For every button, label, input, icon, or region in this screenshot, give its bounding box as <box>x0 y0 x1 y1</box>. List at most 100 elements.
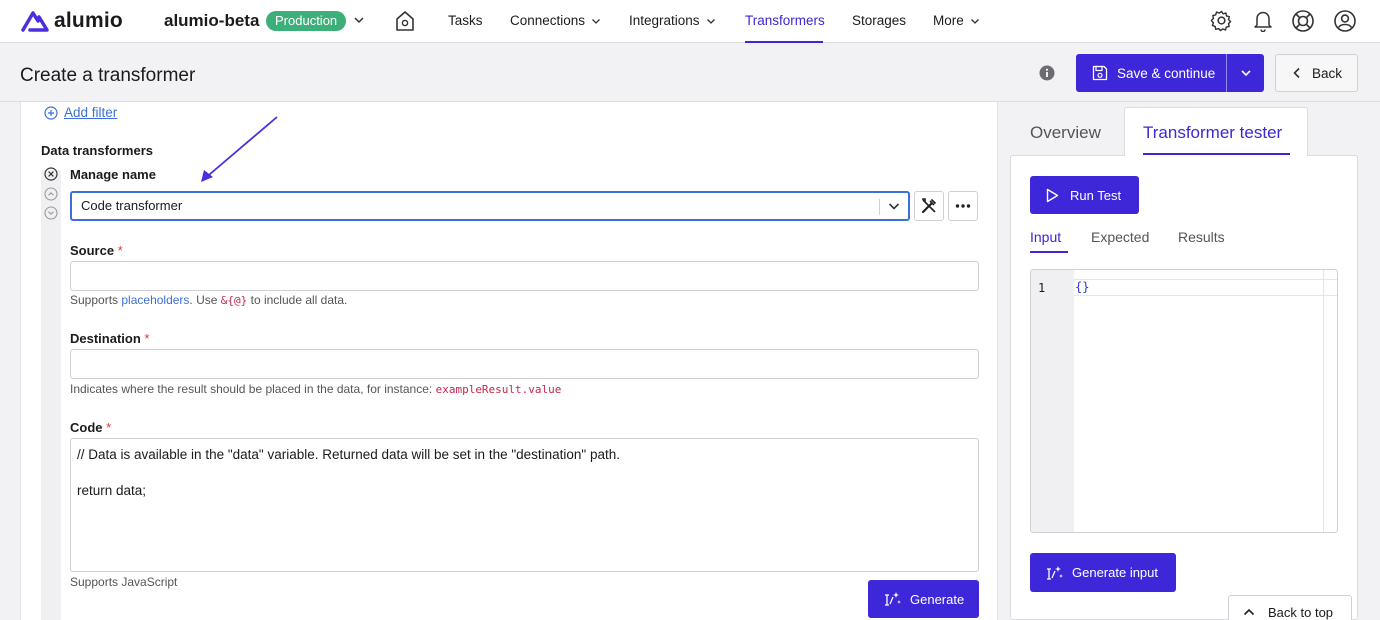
subtab-expected[interactable]: Expected <box>1091 229 1149 245</box>
chevron-down-icon <box>888 203 900 210</box>
transformer-item-gutter <box>41 170 61 620</box>
transformer-tester-panel: Overview Transformer tester Run Test Inp… <box>1010 102 1380 620</box>
required-mark: * <box>117 243 123 258</box>
floppy-disk-icon <box>1092 65 1108 81</box>
logo-text: alumio <box>54 9 123 32</box>
placeholders-link[interactable]: placeholders <box>121 293 189 307</box>
back-label: Back <box>1312 65 1343 81</box>
add-filter-label: Add filter <box>64 105 118 120</box>
transformer-type-value: Code transformer <box>81 198 183 213</box>
code-help-text: Supports JavaScript <box>70 575 178 589</box>
tab-transformer-tester[interactable]: Transformer tester <box>1143 123 1282 143</box>
generate-label: Generate <box>910 591 965 607</box>
environment-name[interactable]: alumio-beta <box>164 11 259 31</box>
chevron-down-icon <box>706 18 715 24</box>
alumio-logo[interactable]: alumio <box>20 9 123 33</box>
tab-active-indicator <box>1143 153 1290 155</box>
source-help-text: Supports placeholders. Use &{@} to inclu… <box>70 293 347 307</box>
move-down-icon[interactable] <box>44 206 58 220</box>
code-label: Code * <box>70 420 111 435</box>
code-label-text: Code <box>70 420 103 435</box>
run-test-button[interactable]: Run Test <box>1030 176 1139 214</box>
source-label-text: Source <box>70 243 115 258</box>
back-to-top-button[interactable]: Back to top <box>1228 595 1352 620</box>
support-icon[interactable] <box>1291 9 1315 33</box>
run-test-label: Run Test <box>1070 187 1122 203</box>
annotation-arrow <box>201 116 278 182</box>
chevron-up-icon <box>1243 608 1255 616</box>
remove-circle-icon[interactable] <box>44 167 58 181</box>
source-help-prefix: Supports <box>70 293 119 307</box>
save-continue-button-group: Save & continue <box>1076 54 1264 92</box>
required-mark: * <box>106 420 112 435</box>
transformer-form-panel: Add filter Data transformers Manage name… <box>20 102 998 620</box>
environment-chevron-down-icon[interactable] <box>353 14 365 26</box>
destination-label-text: Destination <box>70 331 141 346</box>
page-header: Create a transformer Save & continue Bac… <box>0 44 1380 102</box>
back-button[interactable]: Back <box>1275 54 1358 92</box>
nav-more-label: More <box>933 13 964 28</box>
destination-help-code: exampleResult.value <box>435 383 562 396</box>
nav-active-indicator <box>745 41 823 43</box>
nav-integrations[interactable]: Integrations <box>629 13 716 28</box>
save-options-dropdown-button[interactable] <box>1227 54 1264 92</box>
required-mark: * <box>144 331 150 346</box>
more-options-button[interactable] <box>948 191 978 221</box>
code-textarea[interactable]: // Data is available in the "data" varia… <box>70 438 979 572</box>
subtab-results[interactable]: Results <box>1178 229 1225 245</box>
ai-sparkle-icon <box>885 592 901 606</box>
editor-line-gutter <box>1031 270 1074 532</box>
manage-name-label: Manage name <box>70 167 156 182</box>
tab-overview[interactable]: Overview <box>1030 123 1101 143</box>
nav-storages[interactable]: Storages <box>852 13 906 28</box>
select-separator <box>879 199 880 215</box>
source-label: Source * <box>70 243 123 258</box>
chevron-down-icon <box>1240 70 1251 77</box>
plus-circle-icon <box>44 105 58 120</box>
source-help-suffix: to include all data. <box>250 293 348 307</box>
user-icon[interactable] <box>1333 9 1357 33</box>
top-navigation: alumio alumio-beta Production Tasks Conn… <box>0 0 1380 43</box>
source-input[interactable] <box>70 261 979 291</box>
nav-more[interactable]: More <box>933 13 980 28</box>
environment-badge: Production <box>266 11 347 31</box>
alumio-logo-mark-icon <box>21 11 49 32</box>
transformer-type-select[interactable]: Code transformer <box>70 191 910 221</box>
move-up-icon[interactable] <box>44 187 58 201</box>
generate-input-label: Generate input <box>1072 565 1159 580</box>
nav-integrations-label: Integrations <box>629 13 700 28</box>
page-title: Create a transformer <box>20 65 196 86</box>
input-json-editor[interactable]: 1 {} <box>1030 269 1338 533</box>
nav-storages-label: Storages <box>852 13 907 28</box>
chevron-left-icon <box>1293 67 1300 79</box>
nav-transformers[interactable]: Transformers <box>745 13 825 28</box>
data-transformers-heading: Data transformers <box>41 143 153 158</box>
editor-scrollbar[interactable] <box>1323 270 1324 532</box>
nav-connections[interactable]: Connections <box>510 13 601 28</box>
destination-input[interactable] <box>70 349 979 379</box>
nav-connections-label: Connections <box>510 13 586 28</box>
line-number: 1 <box>1038 281 1046 295</box>
chevron-down-icon <box>592 18 601 24</box>
back-to-top-label: Back to top <box>1268 604 1334 620</box>
more-dots-icon <box>955 204 971 208</box>
nav-tasks[interactable]: Tasks <box>448 13 483 28</box>
source-help-middle: . Use <box>189 293 218 307</box>
destination-help-body: Indicates where the result should be pla… <box>70 382 433 396</box>
chevron-down-icon <box>970 18 979 24</box>
add-filter-link[interactable]: Add filter <box>44 105 117 120</box>
subtab-active-indicator <box>1030 251 1068 253</box>
transformer-tools-button[interactable] <box>914 191 944 221</box>
active-line-highlight <box>1074 279 1337 296</box>
home-icon[interactable] <box>395 10 415 32</box>
editor-code-line[interactable]: {} <box>1075 280 1089 294</box>
subtab-input[interactable]: Input <box>1030 229 1061 245</box>
generate-input-button[interactable]: Generate input <box>1030 553 1176 592</box>
play-icon <box>1046 188 1059 202</box>
generate-code-button[interactable]: Generate <box>868 580 979 618</box>
bell-icon[interactable] <box>1253 9 1273 32</box>
gear-icon[interactable] <box>1210 9 1233 32</box>
save-continue-button[interactable]: Save & continue <box>1076 54 1227 92</box>
info-icon[interactable] <box>1039 65 1055 81</box>
tools-icon <box>921 198 937 214</box>
